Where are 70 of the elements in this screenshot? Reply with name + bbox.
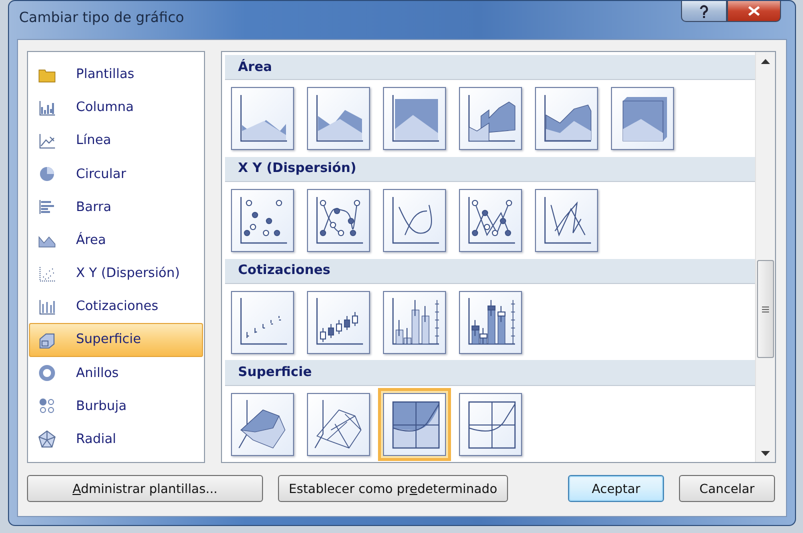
help-icon [699,4,709,18]
chart-type-item[interactable]: Columna [29,91,203,124]
chart-type-label: Anillos [76,366,119,381]
chart-subtype-button[interactable] [231,189,294,252]
chart-subtype-button[interactable] [231,290,294,354]
surface-chart-icon [38,330,56,349]
chart-type-label: Línea [76,133,112,148]
chart-subtype-button[interactable] [459,87,522,150]
pie-chart-icon [38,165,56,184]
chart-type-label: Superficie [76,332,142,348]
chart-type-item[interactable]: Superficie [29,323,203,357]
chart-type-item[interactable]: Anillos [29,356,203,390]
chart-subtype-button[interactable] [383,87,446,150]
close-button[interactable] [727,1,781,22]
chart-subtype-button[interactable] [231,392,294,456]
chart-type-label: Área [76,232,106,248]
grip-icon [762,306,769,312]
chart-type-label: Cotizaciones [76,299,158,314]
ok-button[interactable]: Aceptar [568,474,664,502]
chart-subtype-button[interactable] [459,392,522,456]
chart-type-label: Plantillas [76,67,134,82]
bubble-chart-icon [38,397,56,416]
section-header: Superficie [225,360,755,386]
chart-type-item[interactable]: Radial [29,422,203,456]
chart-type-item[interactable]: Plantillas [29,58,203,92]
chart-subtype-button[interactable] [307,189,370,252]
chart-subtype-button[interactable] [611,87,674,150]
section-header: Cotizaciones [225,258,755,284]
chart-subtype-button[interactable] [231,87,294,150]
window-title: Cambiar tipo de gráfico [19,10,184,26]
chart-type-label: Radial [76,432,116,447]
section-header: X Y (Dispersión) [225,156,755,182]
bar-chart-icon [38,198,56,216]
stock-chart-icon [38,298,56,316]
chart-type-label: Circular [76,166,126,182]
chart-type-label: Burbuja [76,398,127,414]
chart-type-item[interactable]: Circular [29,158,203,191]
chart-subtype-button[interactable] [535,87,598,150]
chart-type-label: Columna [76,100,134,116]
line-chart-icon [38,132,56,150]
chart-subtype-button[interactable] [307,87,370,150]
chart-type-label: X Y (Dispersión) [76,266,180,282]
column-chart-icon [38,98,56,117]
dialog-button[interactable]: Administrar plantillas... [27,474,263,502]
chart-type-item[interactable]: Línea [29,124,203,158]
chart-type-item[interactable]: Cotizaciones [29,290,203,324]
section-header: Área [225,55,755,80]
chart-subtype-button[interactable] [535,189,598,252]
chart-type-item[interactable]: X Y (Dispersión) [29,257,203,290]
scroll-thumb[interactable] [757,260,774,358]
doughnut-chart-icon [38,364,56,382]
chart-type-item[interactable]: Burbuja [29,390,203,423]
close-icon [748,6,760,16]
chart-subtype-button[interactable] [383,189,446,252]
chart-subtype-button[interactable] [307,290,370,354]
chart-subtype-button[interactable] [307,392,370,456]
chart-subtype-button[interactable] [383,290,446,354]
scrollbar[interactable] [755,52,775,462]
chart-type-label: Barra [76,200,112,215]
chart-subtype-button[interactable] [459,189,522,252]
chart-type-item[interactable]: Barra [29,190,203,224]
dialog-button[interactable]: Establecer como predeterminado [278,474,508,502]
down-arrow-icon [761,450,770,456]
up-arrow-icon [761,58,770,64]
scatter-chart-icon [38,264,56,283]
dialog-button[interactable]: Cancelar [679,474,775,502]
radar-chart-icon [38,430,56,448]
chart-subtype-button[interactable] [459,290,522,354]
help-button[interactable] [681,1,727,22]
chart-type-item[interactable]: Área [29,224,203,258]
